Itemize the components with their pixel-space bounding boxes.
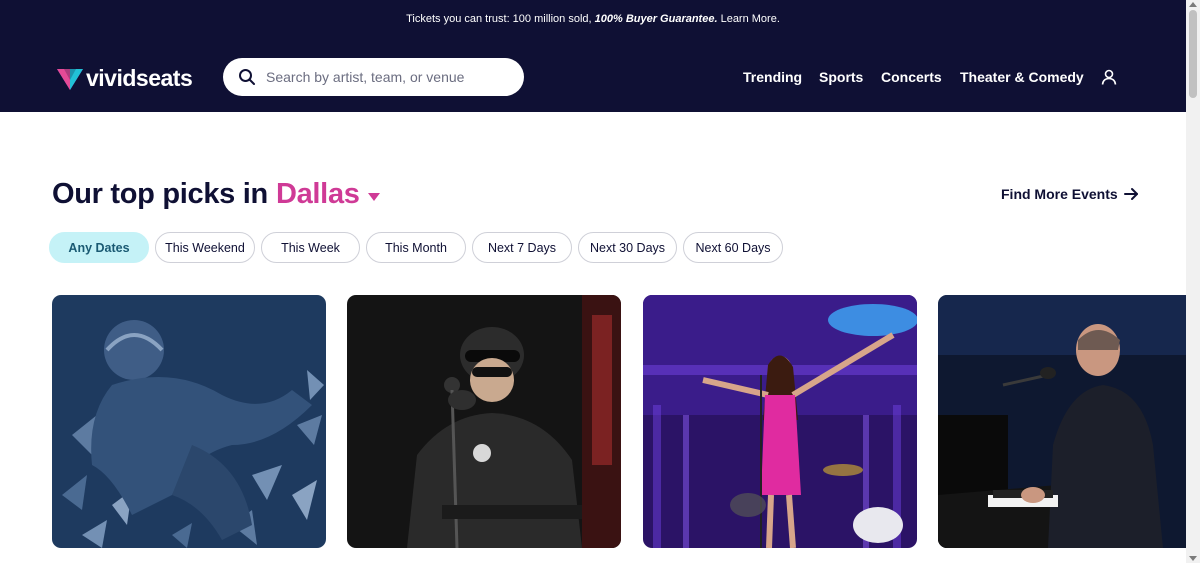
nav-trending[interactable]: Trending <box>743 69 802 85</box>
search-box[interactable] <box>223 58 524 96</box>
event-card-pop-concert[interactable] <box>643 295 917 548</box>
learn-more-link[interactable]: Learn More. <box>721 13 780 25</box>
nav-concerts[interactable]: Concerts <box>881 69 942 85</box>
scroll-thumb[interactable] <box>1189 10 1197 98</box>
event-image-rock-concert <box>347 295 621 548</box>
logo-text: vividseats <box>86 64 193 91</box>
filter-next-30-days[interactable]: Next 30 Days <box>578 232 677 263</box>
event-cards <box>0 295 1186 563</box>
scroll-down-arrow-icon[interactable] <box>1189 556 1197 561</box>
trust-banner: Tickets you can trust: 100 million sold,… <box>0 13 1186 25</box>
filter-any-dates[interactable]: Any Dates <box>49 232 149 263</box>
search-icon <box>239 69 255 85</box>
vividseats-logo[interactable]: vividseats <box>56 64 193 92</box>
nav-sports[interactable]: Sports <box>819 69 863 85</box>
filter-next-7-days[interactable]: Next 7 Days <box>472 232 572 263</box>
city-selector[interactable]: Dallas <box>276 178 360 211</box>
nav-theater-comedy[interactable]: Theater & Comedy <box>960 69 1084 85</box>
event-card-football[interactable] <box>52 295 326 548</box>
user-icon[interactable] <box>1101 69 1117 85</box>
search-input[interactable] <box>266 69 496 85</box>
page-scrollbar[interactable] <box>1186 0 1200 563</box>
filter-next-60-days[interactable]: Next 60 Days <box>683 232 783 263</box>
filter-this-week[interactable]: This Week <box>261 232 360 263</box>
find-more-label: Find More Events <box>1001 186 1118 202</box>
heading-prefix: Our top picks in <box>52 178 268 210</box>
find-more-events-link[interactable]: Find More Events <box>1001 186 1139 202</box>
event-card-rock-concert[interactable] <box>347 295 621 548</box>
event-image-pop-concert <box>643 295 917 548</box>
vividseats-logo-icon <box>57 69 83 90</box>
arrow-right-icon <box>1123 188 1138 200</box>
top-picks-heading: Our top picks in Dallas <box>52 178 380 211</box>
filter-this-month[interactable]: This Month <box>366 232 466 263</box>
site-header: Tickets you can trust: 100 million sold,… <box>0 0 1186 112</box>
filter-this-weekend[interactable]: This Weekend <box>155 232 255 263</box>
event-image-football <box>52 295 326 548</box>
date-filter-chips: Any Dates This Weekend This Week This Mo… <box>49 232 789 263</box>
caret-down-icon[interactable] <box>367 192 380 201</box>
event-card-piano-concert[interactable] <box>938 295 1186 548</box>
scroll-up-arrow-icon[interactable] <box>1189 2 1197 7</box>
event-image-piano-concert <box>938 295 1186 548</box>
banner-text: Tickets you can trust: 100 million sold, <box>406 13 595 25</box>
buyer-guarantee-text: 100% Buyer Guarantee. <box>594 13 718 25</box>
